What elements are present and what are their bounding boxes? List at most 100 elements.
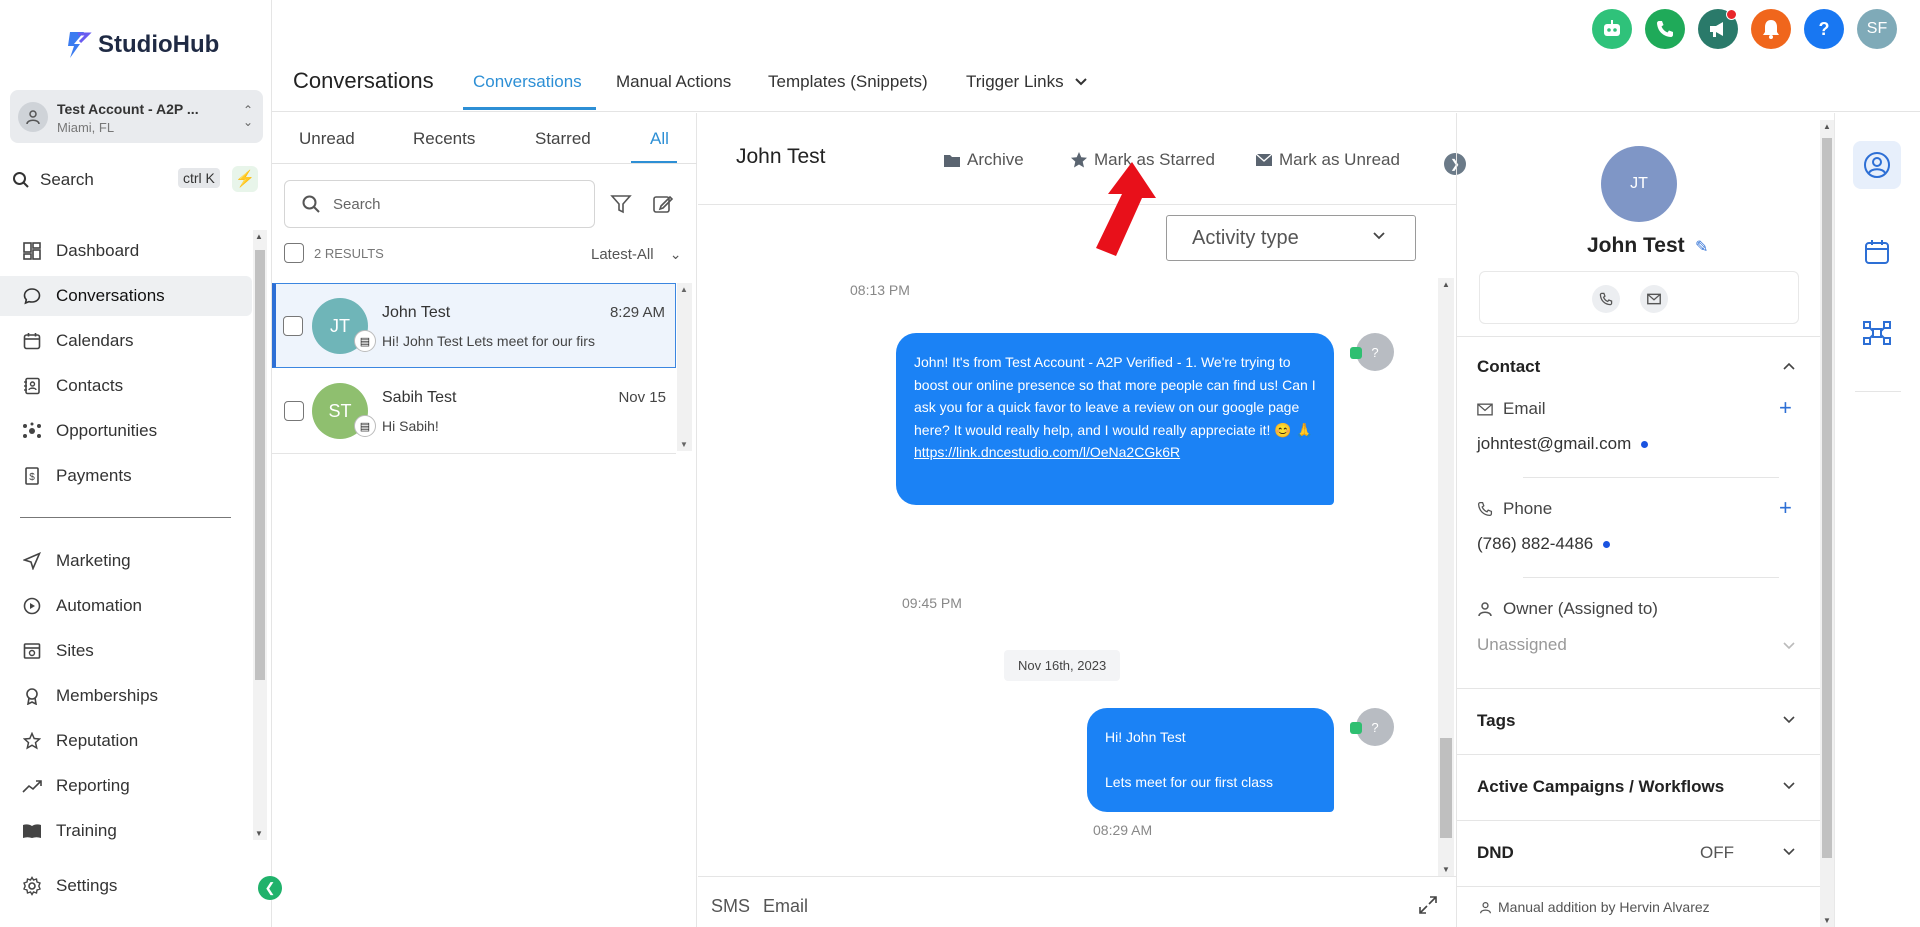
archive-button[interactable]: Archive — [943, 150, 1024, 170]
add-phone-button[interactable]: + — [1779, 495, 1792, 521]
contact-scroll-thumb[interactable] — [1822, 138, 1832, 858]
tab-templates[interactable]: Templates (Snippets) — [768, 72, 928, 92]
contact-name: John Test — [1587, 234, 1685, 257]
filter-tab-recents[interactable]: Recents — [413, 129, 475, 149]
email-contact-button[interactable] — [1640, 285, 1668, 313]
chevron-down-icon — [1783, 716, 1795, 724]
sidebar-item-memberships[interactable]: Memberships — [0, 676, 252, 716]
brand-logo[interactable]: StudioHub — [66, 30, 219, 60]
chat-scrollbar[interactable]: ▲ ▼ — [1438, 278, 1454, 876]
owner-select[interactable]: Unassigned — [1477, 635, 1567, 655]
account-switcher[interactable]: Test Account - A2P ... Miami, FL ⌃ ⌄ — [10, 90, 263, 143]
sidebar-scrollbar[interactable]: ▲ ▼ — [253, 230, 267, 840]
filter-tab-divider — [272, 163, 697, 164]
tags-section[interactable]: Tags — [1457, 688, 1821, 730]
conversation-time: Nov 15 — [618, 389, 666, 406]
call-contact-button[interactable] — [1592, 285, 1620, 313]
sidebar-item-contacts[interactable]: Contacts — [0, 366, 252, 406]
sidebar-item-calendars[interactable]: Calendars — [0, 321, 252, 361]
rail-contact-button[interactable] — [1853, 141, 1901, 189]
email-label: Email — [1503, 399, 1546, 418]
message-link[interactable]: https://link.dncestudio.com/l/OeNa2CGk6R — [914, 444, 1180, 460]
outbound-message: Hi! John Test Lets meet for our first cl… — [1087, 708, 1334, 812]
tab-conversations[interactable]: Conversations — [473, 72, 582, 92]
message-timestamp: 08:13 PM — [850, 282, 910, 298]
dnd-section[interactable]: DND OFF — [1457, 820, 1821, 862]
source-note: Manual addition by Hervin Alvarez — [1479, 899, 1710, 915]
sidebar-item-opportunities[interactable]: Opportunities — [0, 411, 252, 451]
conversation-item[interactable]: JT ▤ John Test 8:29 AM Hi! John Test Let… — [272, 283, 676, 368]
scroll-up-icon[interactable]: ▲ — [1442, 280, 1450, 289]
sidebar-search[interactable]: Search ctrl K ⚡ — [12, 162, 262, 198]
person-icon — [1478, 602, 1492, 617]
conversation-item[interactable]: ST ▤ Sabih Test Nov 15 Hi Sabih! — [272, 369, 676, 454]
campaigns-section[interactable]: Active Campaigns / Workflows — [1457, 754, 1821, 796]
rail-opportunities-button[interactable] — [1853, 309, 1901, 357]
activity-type-placeholder: Activity type — [1192, 226, 1299, 249]
sidebar-scroll-thumb[interactable] — [255, 250, 265, 680]
chat-contact-name: John Test — [736, 145, 826, 168]
email-value[interactable]: johntest@gmail.com — [1477, 434, 1649, 454]
sidebar-item-sites[interactable]: Sites — [0, 631, 252, 671]
add-email-button[interactable]: + — [1779, 395, 1792, 421]
contact-section-title[interactable]: Contact — [1477, 357, 1540, 377]
announcements-button[interactable] — [1698, 9, 1738, 49]
sidebar-item-marketing[interactable]: Marketing — [0, 541, 252, 581]
bot-button[interactable] — [1592, 9, 1632, 49]
sidebar-item-payments[interactable]: $ Payments — [0, 456, 252, 496]
mark-unread-button[interactable]: Mark as Unread — [1255, 150, 1400, 170]
edit-pencil-icon[interactable]: ✎ — [1695, 237, 1708, 257]
contact-panel-scrollbar[interactable]: ▲ ▼ — [1820, 120, 1834, 927]
bolt-icon[interactable]: ⚡ — [232, 166, 258, 192]
chat-scroll-thumb[interactable] — [1440, 738, 1452, 838]
phone-value[interactable]: (786) 882-4486 — [1477, 534, 1611, 554]
rail-calendar-button[interactable] — [1853, 228, 1901, 276]
conversation-search-input[interactable]: Search — [284, 180, 595, 228]
sidebar-item-settings[interactable]: Settings — [0, 866, 252, 906]
notification-dot — [1726, 9, 1737, 20]
sidebar-item-training[interactable]: Training — [0, 811, 252, 851]
scroll-up-icon[interactable]: ▲ — [680, 285, 688, 294]
active-tab-indicator — [463, 107, 596, 110]
chevron-down-icon — [1373, 232, 1385, 240]
compose-tab-email[interactable]: Email — [763, 896, 808, 917]
sidebar-item-dashboard[interactable]: Dashboard — [0, 231, 252, 271]
chevron-up-icon[interactable] — [1782, 361, 1796, 371]
sidebar-item-label: Settings — [56, 876, 118, 895]
scroll-down-icon[interactable]: ▼ — [1823, 916, 1831, 925]
phone-label: Phone — [1503, 499, 1553, 518]
help-button[interactable]: ? — [1804, 9, 1844, 49]
scroll-down-icon[interactable]: ▼ — [1442, 865, 1450, 874]
conversation-checkbox[interactable] — [284, 401, 304, 421]
notifications-button[interactable] — [1751, 9, 1791, 49]
sidebar-item-reputation[interactable]: Reputation — [0, 721, 252, 761]
tab-trigger-links[interactable]: Trigger Links — [966, 72, 1088, 92]
select-all-checkbox[interactable] — [284, 243, 304, 263]
sidebar-item-label: Conversations — [56, 286, 165, 305]
call-button[interactable] — [1645, 9, 1685, 49]
activity-type-select[interactable]: Activity type — [1166, 215, 1416, 261]
scroll-down-icon[interactable]: ▼ — [680, 440, 688, 449]
tab-manual-actions[interactable]: Manual Actions — [616, 72, 731, 92]
chevron-down-icon[interactable] — [1782, 641, 1796, 651]
sidebar-item-automation[interactable]: Automation — [0, 586, 252, 626]
list-scrollbar[interactable]: ▲ ▼ — [677, 283, 692, 451]
user-avatar[interactable]: SF — [1857, 9, 1897, 49]
contact-footer: Manual addition by Hervin Alvarez — [1457, 886, 1821, 927]
filter-tab-all[interactable]: All — [650, 129, 669, 149]
filter-tab-unread[interactable]: Unread — [299, 129, 355, 149]
sidebar-item-conversations[interactable]: Conversations — [0, 276, 252, 316]
sort-dropdown[interactable]: Latest-All ⌄ — [591, 246, 681, 263]
envelope-icon — [1477, 403, 1493, 415]
filter-icon[interactable] — [610, 193, 632, 215]
filter-tab-starred[interactable]: Starred — [535, 129, 591, 149]
compose-icon[interactable] — [652, 193, 674, 215]
conversation-checkbox[interactable] — [283, 316, 303, 336]
compose-tab-sms[interactable]: SMS — [711, 896, 750, 917]
scroll-up-icon[interactable]: ▲ — [255, 232, 263, 241]
sidebar-item-reporting[interactable]: Reporting — [0, 766, 252, 806]
scroll-up-icon[interactable]: ▲ — [1823, 122, 1831, 131]
scroll-down-icon[interactable]: ▼ — [255, 829, 263, 838]
source-note-text: Manual addition by Hervin Alvarez — [1498, 899, 1710, 915]
expand-icon[interactable] — [1418, 895, 1438, 915]
